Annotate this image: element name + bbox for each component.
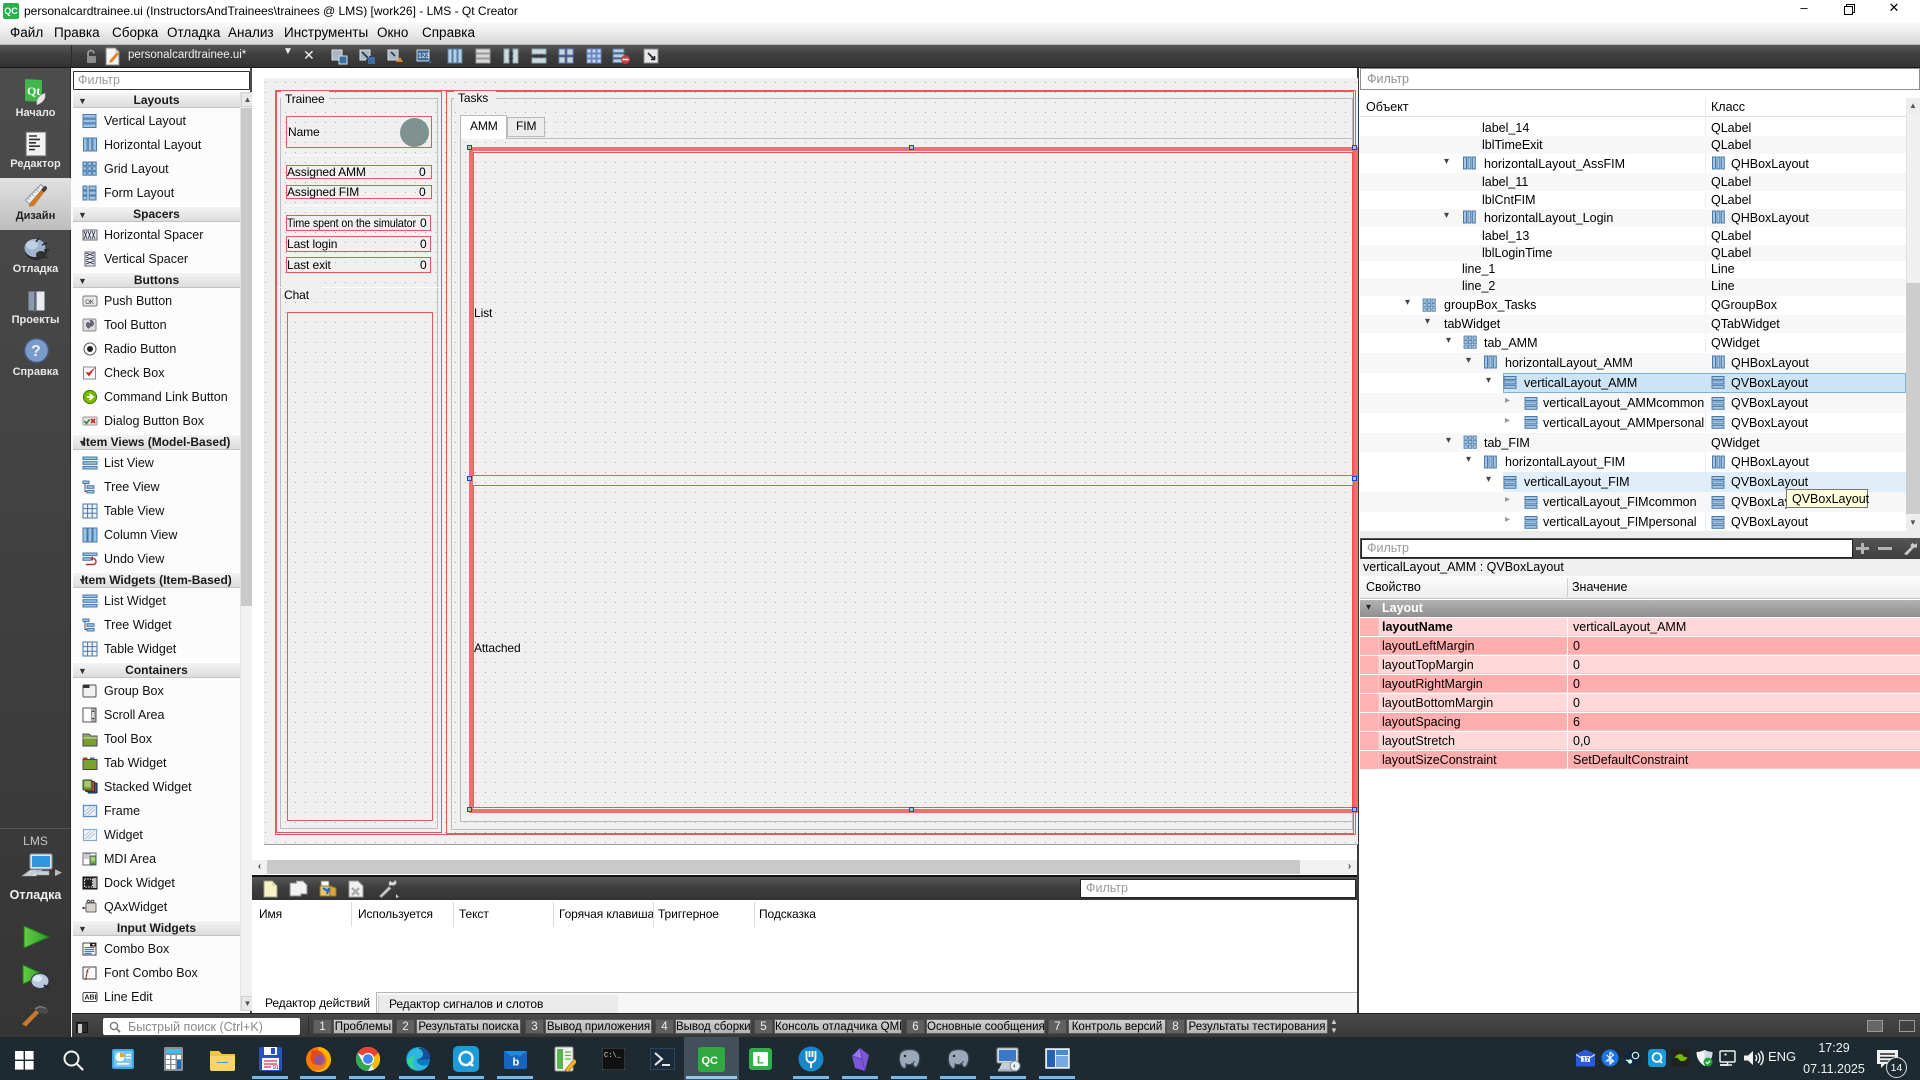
svg-text:C:\_: C:\_ [604,1052,622,1060]
svg-text:b: b [513,1057,520,1069]
svg-text:L: L [757,1055,764,1067]
svg-text:QC: QC [702,1055,719,1067]
svg-text:ABƖ: ABƖ [85,995,97,1002]
svg-text:123: 123 [418,53,430,60]
svg-text:OK: OK [85,300,94,306]
svg-text:91: 91 [273,1065,279,1071]
svg-text:Qt: Qt [27,84,40,98]
svg-text:?: ? [31,343,41,360]
svg-text:17: 17 [1583,1058,1590,1064]
